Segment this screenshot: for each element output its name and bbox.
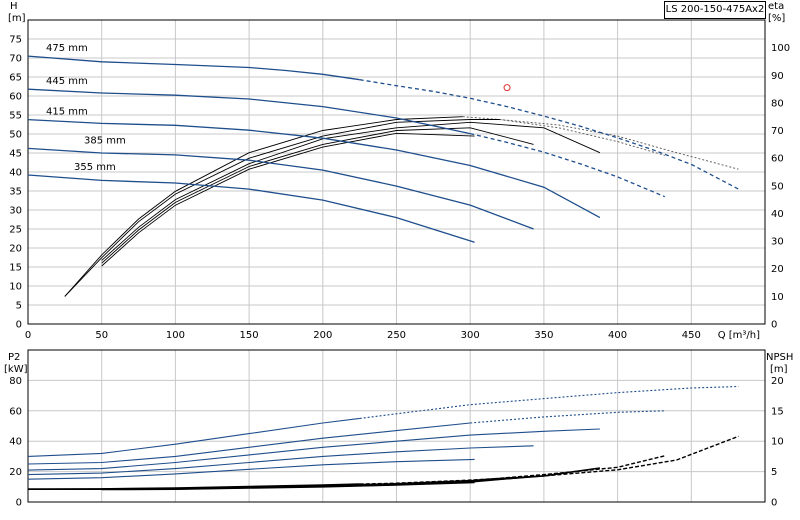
flow-tick-label: 150 [240,330,259,341]
eta-tick-label: 40 [771,209,784,220]
eta-tick-label: 90 [771,71,784,82]
head-tick-label: 30 [9,206,22,217]
eta-tick-label: 100 [771,43,790,54]
power-tick-label: 40 [9,437,22,448]
head-tick-label: 25 [9,225,22,236]
head-tick-label: 35 [9,187,22,198]
impeller-diameter-label: 445 mm [46,76,88,87]
eta-tick-label: 80 [771,98,784,109]
head-efficiency-panel: 0 5 10 15 20 25 30 35 40 45 50 55 60 65 70 75 0 10 20 30 40 5… [8,1,790,341]
eta-tick-label: 10 [771,292,784,303]
head-tick-label: 45 [9,149,22,160]
head-tick-label: 70 [9,54,22,65]
npsh-tick-label: 10 [771,437,784,448]
power-tick-label: 80 [9,376,22,387]
head-tick-label: 60 [9,92,22,103]
power-tick-label: 0 [16,498,22,509]
head-axis-unit: [m] [8,13,26,24]
flow-tick-label: 0 [25,330,31,341]
impeller-diameter-label: 385 mm [84,135,126,146]
power-axis-unit: [kW] [4,364,28,375]
head-tick-label: 20 [9,244,22,255]
pump-performance-chart: 0510152025303540455055606570750102030405… [4,1,793,509]
flow-tick-label: 100 [166,330,185,341]
npsh-axis-label: NPSH [766,352,793,363]
eta-axis-unit: [%] [768,13,785,24]
head-tick-label: 5 [16,301,22,312]
head-tick-label: 50 [9,130,22,141]
npsh-axis-unit: [m] [770,364,788,375]
impeller-diameter-label: 415 mm [46,107,88,118]
npsh-tick-label: 20 [771,376,784,387]
eta-tick-label: 30 [771,237,784,248]
eta-tick-label: 50 [771,181,784,192]
head-tick-label: 40 [9,168,22,179]
impeller-diameter-label: 355 mm [74,162,116,173]
flow-tick-label: 400 [608,330,627,341]
flow-tick-label: 200 [313,330,332,341]
head-tick-label: 15 [9,263,22,274]
flow-tick-label: 300 [461,330,480,341]
eta-tick-label: 20 [771,264,784,275]
eta-tick-label: 60 [771,154,784,165]
flow-tick-label: 350 [534,330,553,341]
eta-tick-label: 70 [771,126,784,137]
head-tick-label: 10 [9,282,22,293]
power-axis-label: P2 [8,352,20,363]
power-tick-label: 60 [9,406,22,417]
power-tick-label: 20 [9,467,22,478]
eta-tick-label: 0 [771,320,777,331]
flow-tick-label: 250 [387,330,406,341]
eta-axis-label: eta [768,1,784,12]
head-axis-label: H [10,1,18,12]
head-tick-label: 65 [9,73,22,84]
npsh-tick-label: 15 [771,406,784,417]
flow-tick-label: 50 [95,330,108,341]
flow-tick-label: 450 [682,330,701,341]
flow-axis-label: Q [m³/h] [718,330,760,341]
power-npsh-panel: 0 20 40 60 80 0 5 10 15 20 P2[kW] NPSH[m] [4,349,793,509]
head-tick-label: 55 [9,111,22,122]
npsh-tick-label: 0 [771,498,777,509]
npsh-tick-label: 5 [771,467,777,478]
head-tick-label: 75 [9,35,22,46]
head-tick-label: 0 [16,320,22,331]
impeller-diameter-label: 475 mm [46,43,88,54]
